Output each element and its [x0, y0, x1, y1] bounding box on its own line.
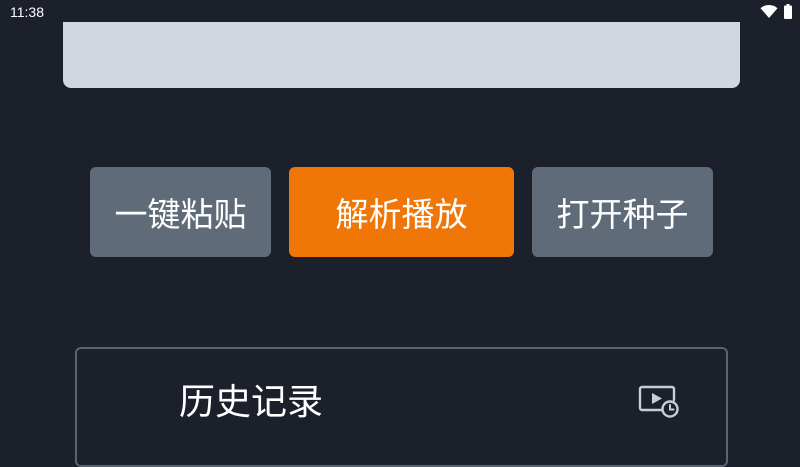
- wifi-icon: [760, 5, 778, 18]
- status-time: 11:38: [10, 4, 44, 20]
- history-title: 历史记录: [179, 382, 324, 423]
- parse-play-button-label: 解析播放: [335, 195, 468, 234]
- history-video-icon: [638, 385, 679, 418]
- paste-button-label: 一键粘贴: [114, 195, 247, 234]
- open-torrent-button[interactable]: 打开种子: [532, 167, 713, 257]
- paste-button[interactable]: 一键粘贴: [90, 167, 271, 257]
- battery-icon: [784, 4, 792, 19]
- url-input[interactable]: [63, 22, 740, 88]
- open-torrent-button-label: 打开种子: [556, 195, 689, 234]
- history-card[interactable]: 历史记录: [75, 347, 728, 467]
- status-bar: 11:38: [0, 0, 800, 24]
- parse-play-button[interactable]: 解析播放: [289, 167, 514, 257]
